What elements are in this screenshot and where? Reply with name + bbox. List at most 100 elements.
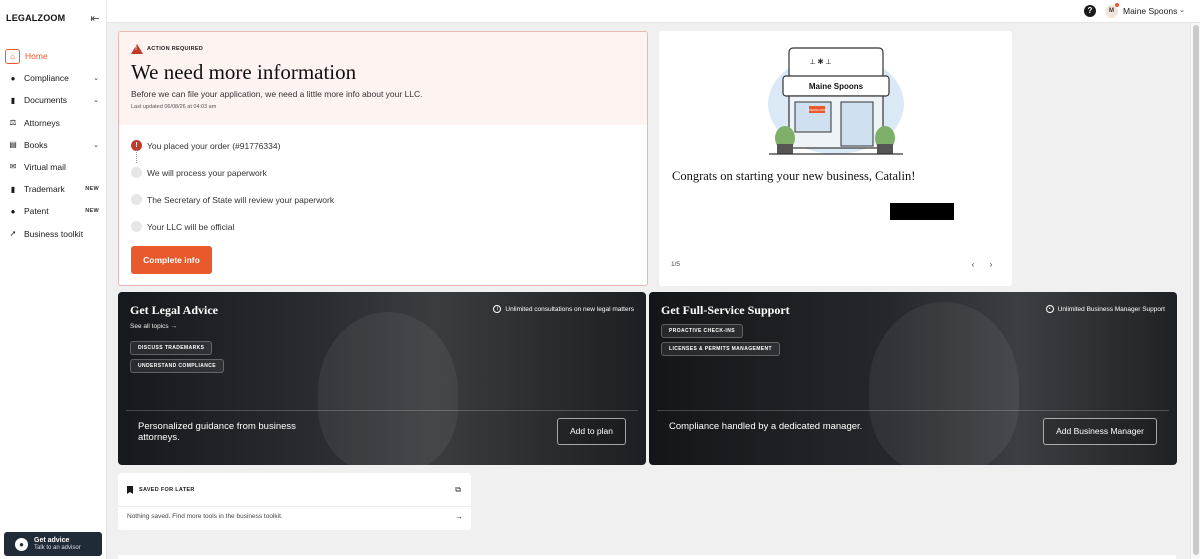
full-service-card: Get Full-Service Support • Unlimited Bus… — [649, 292, 1177, 465]
complete-info-button[interactable]: Complete info — [131, 246, 212, 274]
chevron-down-icon[interactable]: ⌄ — [1179, 6, 1185, 14]
promo-footer: Compliance handled by a dedicated manage… — [657, 410, 1169, 454]
action-title: We need more information — [131, 60, 357, 84]
saved-for-later-card: SAVED FOR LATER ⧉ Nothing saved. Find mo… — [118, 473, 471, 530]
rocket-icon: ➚ — [9, 229, 17, 238]
promo-tag: • Unlimited Business Manager Support — [1045, 305, 1165, 313]
sidebar-item-books[interactable]: ▤ Books ⌄ — [0, 134, 107, 156]
sidebar-item-documents[interactable]: ▮ Documents ⌄ — [0, 89, 107, 111]
redacted-block — [890, 203, 954, 220]
bookmark-icon — [127, 486, 133, 494]
promo-title: Get Legal Advice — [130, 303, 218, 317]
promo-description: Personalized guidance from business atto… — [138, 421, 296, 443]
scroll-thumb[interactable] — [1193, 25, 1199, 555]
chip-proactive-check-ins[interactable]: PROACTIVE CHECK-INS — [661, 324, 743, 338]
progress-steps: ! You placed your order (#91776334) We w… — [131, 132, 334, 240]
see-all-topics-link[interactable]: See all topics → — [130, 323, 177, 330]
chevron-down-icon: ⌄ — [93, 75, 99, 83]
promo-tag-label: Unlimited Business Manager Support — [1057, 305, 1165, 313]
promo-tag: i Unlimited consultations on new legal m… — [493, 305, 634, 313]
carousel-pager: 1/5 — [671, 261, 681, 268]
sidebar-item-trademark[interactable]: ▮ Trademark NEW — [0, 178, 107, 200]
sidebar-nav: ⌂ Home ● Compliance ⌄ ▮ Documents ⌄ ⚖ At… — [0, 45, 107, 245]
sidebar-item-virtual-mail[interactable]: ✉ Virtual mail — [0, 156, 107, 178]
step-item: We will process your paperwork — [131, 159, 334, 186]
promo-title: Get Full-Service Support — [661, 303, 790, 317]
arrow-right-icon: → — [170, 323, 177, 330]
user-icon: • — [1045, 305, 1054, 313]
sidebar-item-label: Business toolkit — [24, 228, 84, 239]
see-all-label: See all topics — [130, 323, 169, 330]
chip-discuss-trademarks[interactable]: DISCUSS TRADEMARKS — [130, 341, 213, 355]
sidebar-item-compliance[interactable]: ● Compliance ⌄ — [0, 67, 107, 89]
action-required-card: ! ACTION REQUIRED We need more informati… — [118, 31, 648, 286]
step-item: Your LLC will be official — [131, 213, 334, 240]
chevron-left-icon[interactable]: ‹ — [967, 259, 979, 271]
chip-licenses-permits[interactable]: LICENSES & PERMITS MANAGEMENT — [661, 342, 780, 356]
chevron-right-icon[interactable]: › — [985, 259, 997, 271]
sidebar-item-business-toolkit[interactable]: ➚ Business toolkit — [0, 223, 107, 245]
new-badge: NEW — [85, 186, 99, 193]
new-badge: NEW — [85, 208, 99, 215]
chip-understand-compliance[interactable]: UNDERSTAND COMPLIANCE — [130, 359, 225, 373]
patent-icon: ● — [10, 206, 16, 216]
trademark-icon: ▮ — [10, 184, 16, 194]
step-item: The Secretary of State will review your … — [131, 186, 334, 213]
step-dot-icon — [131, 194, 142, 205]
step-label: The Secretary of State will review your … — [147, 194, 335, 205]
info-icon: i — [493, 305, 502, 313]
sidebar-item-home[interactable]: ⌂ Home — [0, 45, 107, 67]
advice-subtitle: Talk to an advisor — [34, 545, 81, 551]
arrow-right-icon[interactable]: → — [455, 512, 463, 521]
next-card-edge — [118, 555, 1176, 559]
step-label: You placed your order (#91776334) — [147, 140, 281, 151]
sidebar-item-label: Compliance — [24, 73, 69, 84]
step-dot-icon — [131, 167, 142, 178]
sidebar-item-label: Documents — [24, 95, 67, 106]
collapse-sidebar-icon[interactable]: ⇤ — [88, 13, 102, 25]
last-updated: Last updated 06/08/26 at 04:03 am — [131, 104, 217, 110]
document-icon: ▮ — [10, 95, 16, 105]
chevron-down-icon: ⌄ — [93, 141, 99, 149]
mail-icon: ✉ — [9, 162, 17, 172]
advisor-icon: ● — [15, 537, 28, 551]
shield-icon: ● — [10, 73, 16, 83]
promo-tag-label: Unlimited consultations on new legal mat… — [505, 305, 634, 313]
action-description: Before we can file your application, we … — [131, 89, 423, 99]
svg-text:⟂ ✱ ⟂: ⟂ ✱ ⟂ — [810, 57, 832, 66]
congrats-carousel-card: ⟂ ✱ ⟂ Maine Spoons OPENING SOON Congrats… — [659, 31, 1012, 286]
sidebar-item-label: Virtual mail — [24, 161, 66, 172]
sidebar-item-label: Attorneys — [24, 117, 60, 128]
sidebar-item-attorneys[interactable]: ⚖ Attorneys — [0, 112, 107, 134]
sidebar: LEGALZOOM ⇤ ⌂ Home ● Compliance ⌄ ▮ Docu… — [0, 0, 107, 559]
promo-footer: Personalized guidance from business atto… — [126, 410, 638, 454]
opening-soon-sign: OPENING SOON — [807, 109, 827, 112]
step-dot-icon — [131, 221, 142, 232]
notification-dot — [1115, 3, 1119, 7]
sidebar-item-patent[interactable]: ● Patent NEW — [0, 200, 107, 222]
step-item: ! You placed your order (#91776334) — [131, 132, 334, 163]
congrats-message: Congrats on starting your new business, … — [672, 169, 916, 183]
add-business-manager-button[interactable]: Add Business Manager — [1043, 418, 1157, 445]
advice-title: Get advice — [34, 537, 70, 544]
sidebar-item-label: Books — [24, 139, 48, 150]
action-label: ACTION REQUIRED — [147, 46, 204, 52]
external-link-icon[interactable]: ⧉ — [455, 485, 461, 495]
storefront-illustration: ⟂ ✱ ⟂ Maine Spoons OPENING SOON — [768, 47, 904, 155]
user-menu-name[interactable]: Maine Spoons — [1123, 6, 1177, 16]
step-label: We will process your paperwork — [147, 167, 267, 178]
promo-description: Compliance handled by a dedicated manage… — [669, 421, 863, 432]
top-bar: ? M Maine Spoons ⌄ — [107, 0, 1200, 23]
legal-advice-card: Get Legal Advice i Unlimited consultatio… — [118, 292, 646, 465]
home-icon: ⌂ — [5, 48, 20, 64]
scrollbar[interactable] — [1190, 23, 1200, 559]
saved-label: SAVED FOR LATER — [139, 487, 195, 493]
add-to-plan-button[interactable]: Add to plan — [556, 418, 626, 445]
get-advice-button[interactable]: ● Get advice Talk to an advisor — [4, 532, 102, 556]
help-icon[interactable]: ? — [1084, 5, 1096, 17]
divider — [118, 506, 471, 507]
saved-header: SAVED FOR LATER — [127, 486, 195, 494]
legalzoom-logo[interactable]: LEGALZOOM — [6, 13, 65, 23]
attorney-icon: ⚖ — [9, 118, 17, 128]
action-header: ! ACTION REQUIRED We need more informati… — [119, 32, 647, 125]
